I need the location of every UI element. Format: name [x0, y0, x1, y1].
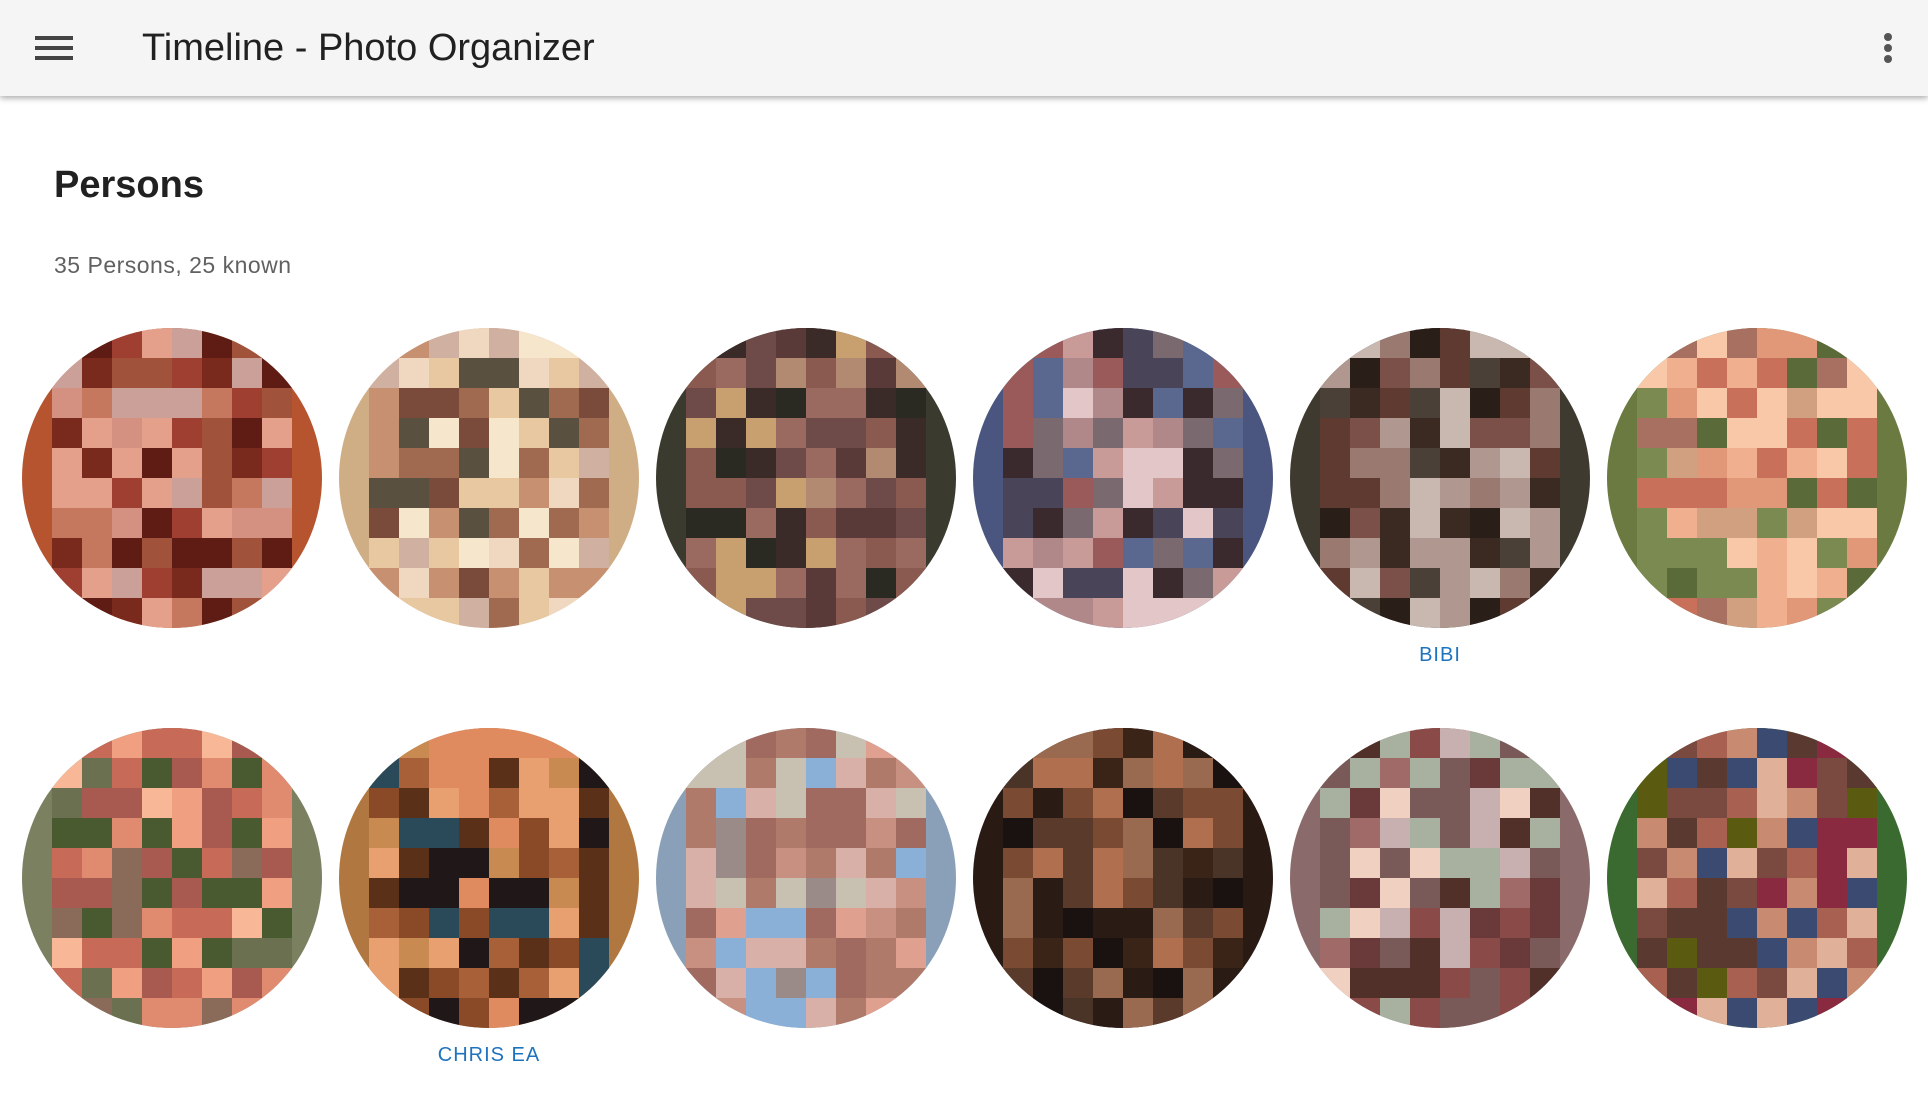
pixelated-face-image: [1320, 328, 1560, 628]
person-card[interactable]: [22, 728, 322, 1108]
app-title: Timeline - Photo Organizer: [142, 27, 595, 69]
pixelated-face-image: [52, 328, 292, 628]
person-card[interactable]: [656, 728, 956, 1108]
person-avatar: [1290, 728, 1590, 1028]
person-avatar: [656, 728, 956, 1028]
person-avatar: [1607, 728, 1907, 1028]
person-card[interactable]: [1290, 728, 1590, 1108]
more-options-button[interactable]: [1860, 16, 1916, 80]
person-avatar: [339, 728, 639, 1028]
pixelated-face-image: [52, 728, 292, 1028]
person-name-link[interactable]: CHRIS EA: [339, 1044, 639, 1067]
person-card[interactable]: [1607, 728, 1907, 1108]
pixelated-face-image: [369, 728, 609, 1028]
pixelated-face-image: [1003, 728, 1243, 1028]
person-avatar: [1607, 328, 1907, 628]
person-card[interactable]: [22, 328, 322, 708]
pixelated-face-image: [1320, 728, 1560, 1028]
more-vertical-icon: [1884, 30, 1892, 66]
person-avatar: [339, 328, 639, 628]
person-card[interactable]: [973, 328, 1273, 708]
pixelated-face-image: [1003, 328, 1243, 628]
person-card[interactable]: [339, 328, 639, 708]
pixelated-face-image: [686, 328, 926, 628]
person-avatar: [22, 328, 322, 628]
person-avatar: [973, 728, 1273, 1028]
pixelated-face-image: [686, 728, 926, 1028]
person-avatar: [656, 328, 956, 628]
hamburger-menu-icon: [35, 30, 73, 66]
person-card[interactable]: CHRIS EA: [339, 728, 639, 1108]
persons-summary: 35 Persons, 25 known: [54, 252, 292, 278]
main-content: Persons 35 Persons, 25 known BIBI CHRIS E…: [0, 96, 1928, 1114]
person-card[interactable]: [656, 328, 956, 708]
pixelated-face-image: [369, 328, 609, 628]
menu-button[interactable]: [18, 16, 90, 80]
person-card[interactable]: [1607, 328, 1907, 708]
person-card[interactable]: BIBI: [1290, 328, 1590, 708]
person-name-link[interactable]: BIBI: [1290, 644, 1590, 667]
pixelated-face-image: [1637, 328, 1877, 628]
person-card[interactable]: [973, 728, 1273, 1108]
person-avatar: [22, 728, 322, 1028]
person-avatar: [1290, 328, 1590, 628]
pixelated-face-image: [1637, 728, 1877, 1028]
page-title: Persons: [54, 164, 204, 206]
person-avatar: [973, 328, 1273, 628]
app-bar: Timeline - Photo Organizer: [0, 0, 1928, 96]
